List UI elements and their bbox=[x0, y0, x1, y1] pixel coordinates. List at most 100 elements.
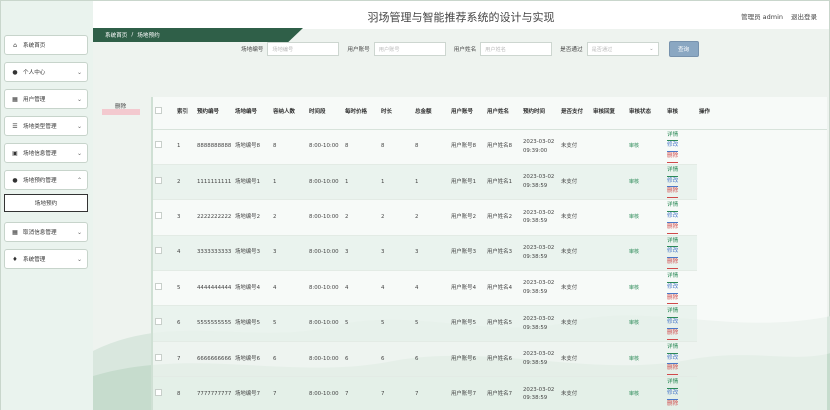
detail-button[interactable]: 详情 bbox=[667, 272, 679, 283]
detail-button[interactable]: 详情 bbox=[667, 378, 679, 390]
actions-cell: 详情修改删除 bbox=[665, 341, 697, 378]
sidebar-subitem-booking[interactable]: 场地预约 bbox=[4, 194, 88, 212]
delete-button[interactable]: 删除 bbox=[667, 223, 679, 234]
sidebar-item-users[interactable]: ▦ 用户管理 ⌄ bbox=[4, 89, 88, 109]
edit-button[interactable]: 修改 bbox=[667, 354, 679, 365]
review-link[interactable]: 审核 bbox=[629, 143, 639, 149]
detail-button[interactable]: 详情 bbox=[667, 237, 679, 248]
sidebar-item-booking[interactable]: ● 场地预约管理 ⌃ bbox=[4, 170, 88, 190]
delete-button[interactable]: 删除 bbox=[667, 400, 679, 410]
table-cell: 1 bbox=[175, 129, 195, 165]
venue-number-input[interactable]: 场地编号 bbox=[267, 42, 340, 56]
sidebar-item-system[interactable]: ♦ 系统管理 ⌄ bbox=[4, 249, 88, 269]
table-cell bbox=[591, 164, 627, 201]
breadcrumb: 系统首页 / 场地预约 bbox=[93, 28, 303, 42]
delete-button[interactable]: 删除 bbox=[667, 364, 679, 376]
table-cell: 3 bbox=[413, 235, 449, 272]
row-checkbox[interactable] bbox=[155, 247, 162, 255]
table-row: 7 6666666666 场地编号6 6 8:00-10:00 6 6 6 用户账号6 用户姓名6… bbox=[153, 341, 827, 378]
review-link[interactable]: 审核 bbox=[629, 214, 639, 220]
edit-button[interactable]: 修改 bbox=[667, 141, 679, 153]
sidebar-item-home[interactable]: ⌂ 系统首页 bbox=[4, 35, 88, 55]
column-header: 操作 bbox=[697, 97, 827, 130]
delete-button[interactable]: 删除 bbox=[667, 152, 679, 163]
column-header: 是否支付 bbox=[559, 97, 591, 130]
column-header: 用户账号 bbox=[449, 97, 485, 130]
review-link[interactable]: 审核 bbox=[629, 249, 639, 255]
user-account-input[interactable]: 用户账号 bbox=[373, 42, 446, 56]
table-cell: 3 bbox=[175, 199, 195, 236]
table-cell: 2023-03-02 09:39:00 bbox=[521, 129, 559, 165]
review-cell: 审核 bbox=[627, 199, 665, 236]
table-cell: 用户姓名7 bbox=[485, 376, 521, 410]
edit-button[interactable]: 修改 bbox=[667, 389, 679, 400]
sidebar-item-venue-info[interactable]: ▣ 场地信息管理 ⌄ bbox=[4, 143, 88, 163]
edit-button[interactable]: 修改 bbox=[667, 177, 679, 188]
detail-button[interactable]: 详情 bbox=[667, 201, 679, 213]
table-cell: 6 bbox=[343, 341, 379, 378]
sidebar-subitem-label: 场地预约 bbox=[34, 201, 58, 207]
sidebar-item-cancel[interactable]: ▦ 取消信息管理 ⌄ bbox=[4, 222, 88, 242]
delete-button[interactable]: 删除 bbox=[667, 258, 679, 270]
review-link[interactable]: 审核 bbox=[629, 356, 639, 362]
column-header: 容纳人数 bbox=[271, 97, 307, 130]
row-select-cell bbox=[153, 305, 175, 342]
user-name-input[interactable]: 用户姓名 bbox=[480, 42, 553, 56]
detail-button[interactable]: 详情 bbox=[667, 166, 679, 177]
edit-button[interactable]: 修改 bbox=[667, 318, 679, 330]
delete-button[interactable]: 删除 bbox=[667, 329, 679, 340]
table-cell: 用户账号7 bbox=[449, 376, 485, 410]
review-link[interactable]: 审核 bbox=[629, 179, 639, 185]
edit-button[interactable]: 修改 bbox=[667, 283, 679, 294]
sidebar-item-personal[interactable]: ● 个人中心 ⌄ bbox=[4, 62, 88, 82]
table-cell: 用户姓名5 bbox=[485, 305, 521, 342]
breadcrumb-home[interactable]: 系统首页 bbox=[105, 31, 127, 39]
actions-cell: 详情修改删除 bbox=[665, 305, 697, 342]
detail-button[interactable]: 详情 bbox=[667, 307, 679, 319]
row-checkbox[interactable] bbox=[155, 353, 162, 361]
table-cell: 2023-03-02 09:38:59 bbox=[521, 270, 559, 307]
review-cell: 审核 bbox=[627, 129, 665, 165]
row-checkbox[interactable] bbox=[155, 176, 162, 184]
chevron-down-icon: ⌄ bbox=[76, 123, 82, 130]
search-button[interactable]: 查询 bbox=[668, 41, 699, 57]
row-checkbox[interactable] bbox=[155, 212, 162, 220]
row-checkbox[interactable] bbox=[155, 389, 162, 397]
column-header: 审核回复 bbox=[591, 97, 627, 130]
table-cell: 2023-03-02 09:38:59 bbox=[521, 305, 559, 342]
chevron-down-icon: ⌄ bbox=[76, 256, 82, 263]
page-title: 羽场管理与智能推荐系统的设计与实现 bbox=[367, 11, 555, 24]
venue-number-label: 场地编号 bbox=[241, 47, 264, 53]
delete-button[interactable]: 删除 bbox=[667, 294, 679, 305]
select-all-checkbox[interactable] bbox=[155, 107, 162, 115]
review-link[interactable]: 审核 bbox=[629, 391, 639, 397]
sidebar-item-venue-type[interactable]: ☰ 场地类型管理 ⌄ bbox=[4, 116, 88, 136]
table-cell: 5 bbox=[271, 305, 307, 342]
table-cell: 2023-03-02 09:38:59 bbox=[521, 199, 559, 236]
table-cell bbox=[591, 235, 627, 272]
review-link[interactable]: 审核 bbox=[629, 320, 639, 326]
header: 羽场管理与智能推荐系统的设计与实现 管理员 admin 退出登录 bbox=[93, 1, 829, 29]
delete-button[interactable]: 删除 bbox=[667, 187, 679, 199]
table-row: 6 5555555555 场地编号5 5 8:00-10:00 5 5 5 用户账号5 用户姓名5… bbox=[153, 305, 827, 342]
table-row: 2 1111111111 场地编号1 1 8:00-10:00 1 1 1 用户账号1 用户姓名1… bbox=[153, 164, 827, 201]
detail-button[interactable]: 详情 bbox=[667, 131, 679, 142]
row-checkbox[interactable] bbox=[155, 318, 162, 326]
table-cell bbox=[591, 376, 627, 410]
row-checkbox[interactable] bbox=[155, 282, 162, 290]
row-checkbox[interactable] bbox=[155, 141, 162, 149]
table-cell: 8:00-10:00 bbox=[307, 305, 343, 342]
review-cell: 审核 bbox=[627, 341, 665, 378]
column-header: 用户姓名 bbox=[485, 97, 521, 130]
sidebar-item-label: 用户管理 bbox=[23, 97, 46, 103]
approved-select[interactable]: 是否通过 ⌄ bbox=[586, 42, 659, 56]
review-link[interactable]: 审核 bbox=[629, 285, 639, 291]
table-cell: 未支付 bbox=[559, 129, 591, 165]
table-cell: 未支付 bbox=[559, 235, 591, 272]
logout-link[interactable]: 退出登录 bbox=[791, 11, 817, 21]
detail-button[interactable]: 详情 bbox=[667, 343, 679, 354]
table-cell: 8 bbox=[343, 129, 379, 165]
edit-button[interactable]: 修改 bbox=[667, 247, 679, 259]
table-cell: 1 bbox=[413, 164, 449, 201]
edit-button[interactable]: 修改 bbox=[667, 212, 679, 223]
